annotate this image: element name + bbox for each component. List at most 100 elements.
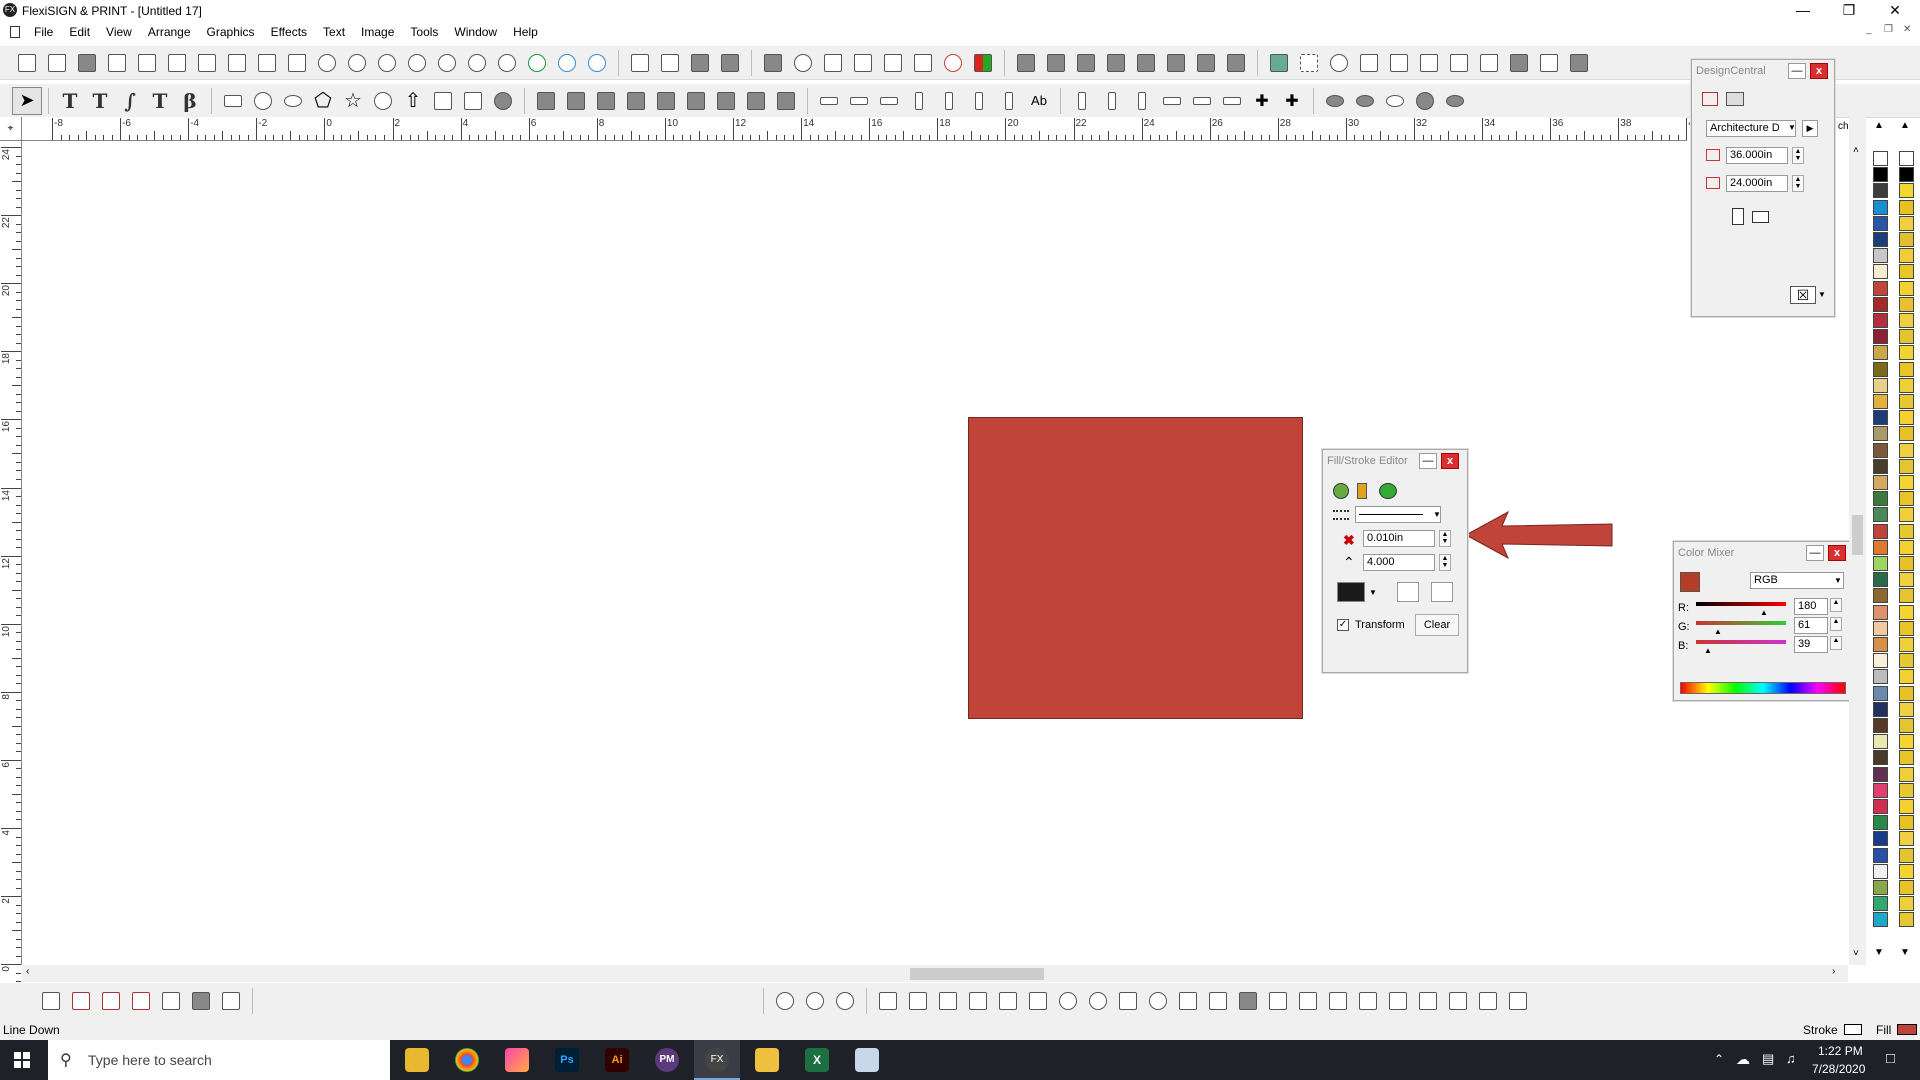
trim-icon[interactable]	[1071, 49, 1101, 77]
palette-swatch[interactable]	[1873, 701, 1888, 717]
palette-scroll-down-icon[interactable]: ▼	[1900, 947, 1910, 958]
r-slider-thumb[interactable]: ▲	[1760, 608, 1768, 617]
volume-icon[interactable]: ♫	[1786, 1051, 1796, 1066]
palette-swatch[interactable]	[1873, 863, 1888, 879]
distribute-6-icon[interactable]	[1217, 87, 1247, 115]
distribute-4-icon[interactable]	[1157, 87, 1187, 115]
path-tool-1-icon[interactable]	[873, 987, 903, 1015]
palette-swatch[interactable]	[1899, 620, 1914, 636]
job-6-icon[interactable]	[186, 987, 216, 1015]
chevron-down-icon[interactable]: ▼	[1433, 510, 1441, 519]
doc-restore-icon[interactable]: ❐	[1884, 24, 1893, 35]
refresh-icon[interactable]	[522, 49, 552, 77]
palette-swatch[interactable]	[1899, 507, 1914, 523]
palette-swatch[interactable]	[1899, 329, 1914, 345]
group-icon[interactable]	[625, 49, 655, 77]
menu-file[interactable]: File	[26, 22, 61, 42]
combine-icon[interactable]	[685, 49, 715, 77]
palette-swatch[interactable]	[1873, 167, 1888, 183]
palette-swatch[interactable]	[1899, 572, 1914, 588]
fill-bucket-icon[interactable]	[1333, 483, 1349, 499]
palette-swatch[interactable]	[1873, 588, 1888, 604]
line-style-select[interactable]	[1355, 506, 1441, 523]
palette-swatch[interactable]	[1873, 377, 1888, 393]
palette-swatch[interactable]	[1899, 556, 1914, 571]
menu-graphics[interactable]: Graphics	[199, 22, 263, 42]
palette-swatch[interactable]	[1873, 523, 1888, 539]
palette-swatch[interactable]	[1899, 523, 1914, 539]
production-icon[interactable]	[132, 49, 162, 77]
path-tool-8-icon[interactable]	[1083, 987, 1113, 1015]
palette-swatch[interactable]	[1873, 572, 1888, 588]
spot-color-icon[interactable]	[938, 49, 968, 77]
palette-swatch[interactable]	[1873, 151, 1888, 166]
r-value-field[interactable]: 180	[1794, 598, 1828, 615]
palette-swatch[interactable]	[1899, 183, 1914, 199]
illustrator-icon[interactable]: Ai	[605, 1048, 629, 1072]
distribute-2-icon[interactable]	[1097, 87, 1127, 115]
b-slider[interactable]	[1696, 640, 1786, 644]
miter-limit-field[interactable]: 4.000	[1363, 554, 1435, 571]
palette-swatch[interactable]	[1899, 475, 1914, 490]
menu-tools[interactable]: Tools	[402, 22, 446, 42]
doc-close-icon[interactable]: ✕	[1903, 24, 1911, 35]
text-path-icon[interactable]: ∫	[115, 87, 145, 115]
crop-icon[interactable]	[1534, 49, 1564, 77]
scroll-down-icon[interactable]: ˅	[1853, 948, 1859, 959]
palette-swatch[interactable]	[1899, 912, 1914, 928]
arrange-8-icon[interactable]	[741, 87, 771, 115]
arrange-4-icon[interactable]	[621, 87, 651, 115]
palette-swatch[interactable]	[1873, 539, 1888, 555]
palette-swatch[interactable]	[1899, 426, 1914, 442]
redo-multi-icon[interactable]	[402, 49, 432, 77]
menu-arrange[interactable]: Arrange	[140, 22, 199, 42]
print-icon[interactable]	[102, 49, 132, 77]
palette-swatch[interactable]	[1899, 766, 1914, 782]
upload-icon[interactable]	[582, 49, 612, 77]
pm-app-icon[interactable]: PM	[655, 1048, 679, 1072]
path-tool-9-icon[interactable]	[1113, 987, 1143, 1015]
chevron-down-icon[interactable]: ▼	[1818, 290, 1826, 299]
open-icon[interactable]	[42, 49, 72, 77]
minimize-icon[interactable]: —	[1780, 0, 1826, 22]
palette-swatch[interactable]	[1873, 799, 1888, 814]
stroke-color-swatch[interactable]	[1337, 582, 1365, 602]
palette-swatch[interactable]	[1873, 831, 1888, 847]
panel-minimize-icon[interactable]: —	[1419, 453, 1437, 469]
palette-swatch[interactable]	[1899, 410, 1914, 426]
palette-swatch[interactable]	[1899, 637, 1914, 652]
chevron-up-icon[interactable]: ⌃	[1714, 1052, 1724, 1066]
palette-swatch[interactable]	[1873, 280, 1888, 296]
page-width-field[interactable]: 36.000in	[1726, 147, 1788, 164]
cut-icon[interactable]	[222, 49, 252, 77]
menu-edit[interactable]: Edit	[61, 22, 98, 42]
palette-swatch[interactable]	[1899, 215, 1914, 231]
zoom-in-icon[interactable]	[492, 49, 522, 77]
align-bottom-icon[interactable]	[874, 87, 904, 115]
palette-swatch[interactable]	[1873, 475, 1888, 490]
path-tool-4-icon[interactable]	[963, 987, 993, 1015]
palette-swatch[interactable]	[1899, 199, 1914, 215]
play-right-icon[interactable]: ▶	[1802, 120, 1818, 137]
save-icon[interactable]	[72, 49, 102, 77]
palette-swatch[interactable]	[1873, 507, 1888, 523]
height-stepper[interactable]: ▲ ▼	[1792, 175, 1804, 192]
redo-icon[interactable]	[372, 49, 402, 77]
page-layout-icon[interactable]	[1726, 92, 1744, 106]
palette-swatch[interactable]	[1899, 345, 1914, 361]
space-horizontal-icon[interactable]: ✚	[1247, 87, 1277, 115]
g-slider-thumb[interactable]: ▲	[1714, 627, 1722, 636]
freehand-text-icon[interactable]: β	[175, 87, 205, 115]
path-tool-15-icon[interactable]	[1293, 987, 1323, 1015]
palette-swatch[interactable]	[1873, 750, 1888, 766]
paste-icon[interactable]	[282, 49, 312, 77]
g-stepper[interactable]: ▲	[1830, 617, 1842, 631]
path-tool-13-icon[interactable]	[1233, 987, 1263, 1015]
palette-swatch[interactable]	[1873, 199, 1888, 215]
stroke-align-icon[interactable]	[1397, 582, 1419, 602]
palette-swatch[interactable]	[1873, 296, 1888, 312]
palette-swatch[interactable]	[1899, 685, 1914, 701]
g-slider[interactable]	[1696, 621, 1786, 625]
scroll-up-icon[interactable]: ˄	[1853, 145, 1859, 156]
palette-scroll-up-icon[interactable]: ▲	[1874, 120, 1884, 131]
